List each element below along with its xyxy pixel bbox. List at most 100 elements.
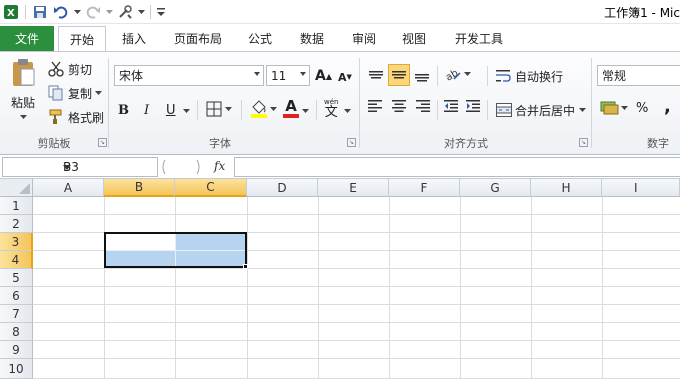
merge-dropdown-icon[interactable] [579, 107, 587, 113]
row-header-1[interactable]: 1 [0, 197, 33, 215]
cut-button[interactable]: 剪切 [48, 59, 92, 79]
clipboard-group-label: 剪贴板 [37, 137, 71, 150]
column-header-d[interactable]: D [247, 179, 318, 197]
tab-formulas[interactable]: 公式 [238, 26, 282, 51]
tools-icon[interactable] [116, 3, 134, 21]
align-center-button[interactable] [392, 100, 406, 112]
font-color-glyph: A [285, 97, 297, 115]
row-header-3[interactable]: 3 [0, 233, 33, 251]
grow-font-button[interactable]: A ▲ [315, 66, 332, 86]
phonetic-button[interactable]: wén 文 [324, 98, 338, 120]
bold-button[interactable]: B [118, 100, 129, 120]
name-box[interactable]: B3 [2, 157, 158, 177]
number-format-combo[interactable]: 常规 [597, 65, 680, 86]
chevron-down-icon [254, 72, 260, 76]
gridline [175, 197, 176, 379]
fill-color-button[interactable] [250, 99, 277, 119]
alignment-launcher-icon[interactable]: ↘ [579, 138, 588, 147]
fill-handle[interactable] [243, 264, 248, 269]
font-color-dropdown-icon[interactable] [302, 109, 309, 114]
tab-home[interactable]: 开始 [58, 26, 106, 51]
copy-dropdown-icon[interactable] [95, 90, 103, 96]
italic-button[interactable]: I [144, 100, 149, 120]
font-name-value: 宋体 [119, 69, 144, 83]
save-icon[interactable] [31, 3, 49, 21]
merge-center-label: 合并后居中 [515, 103, 576, 118]
font-size-combo[interactable]: 11 [266, 65, 310, 86]
phonetic-dropdown-icon[interactable] [344, 109, 351, 114]
worksheet-grid[interactable]: A B C D E F G H I 1 2 3 4 5 6 7 8 9 10 [0, 179, 680, 379]
formula-input[interactable] [234, 157, 680, 177]
active-selection-range[interactable] [104, 232, 247, 268]
align-middle-button[interactable] [388, 64, 410, 86]
font-name-combo[interactable]: 宋体 [114, 65, 264, 86]
paste-dropdown-icon [19, 115, 27, 119]
column-header-c[interactable]: C [175, 179, 247, 197]
currency-icon [600, 101, 619, 115]
customize-qat-icon[interactable] [156, 3, 166, 21]
number-format-value: 常规 [602, 69, 627, 83]
row-header-5[interactable]: 5 [0, 269, 33, 287]
tab-view[interactable]: 视图 [392, 26, 436, 51]
row-header-2[interactable]: 2 [0, 215, 33, 233]
underline-dropdown-icon[interactable] [183, 109, 190, 114]
column-header-b[interactable]: B [104, 179, 175, 197]
copy-button[interactable]: 复制 [48, 83, 103, 103]
formula-bar-splitter[interactable] [161, 159, 201, 175]
font-color-button[interactable]: A [283, 99, 299, 118]
undo-dropdown-icon[interactable] [73, 3, 81, 21]
borders-button[interactable] [206, 101, 232, 117]
align-left-button[interactable] [368, 100, 382, 112]
column-header-a[interactable]: A [33, 179, 104, 197]
gridline [104, 197, 105, 379]
paste-button[interactable]: 粘贴 [6, 58, 40, 128]
redo-icon[interactable] [84, 3, 102, 21]
merge-center-button[interactable]: 合并后居中 [496, 100, 587, 120]
increase-indent-button[interactable] [466, 100, 480, 112]
tab-page-layout[interactable]: 页面布局 [164, 26, 232, 51]
phonetic-icon: 文 [324, 105, 338, 120]
column-header-g[interactable]: G [460, 179, 531, 197]
wrap-text-button[interactable]: 自动换行 [496, 66, 563, 86]
align-bottom-button[interactable] [412, 66, 432, 86]
paste-label: 粘贴 [10, 96, 35, 110]
column-header-f[interactable]: F [389, 179, 460, 197]
redo-dropdown-icon[interactable] [105, 3, 113, 21]
scissors-icon [48, 61, 64, 77]
increase-indent-icon [466, 100, 480, 112]
underline-button[interactable]: U [166, 100, 176, 120]
accounting-format-button[interactable] [600, 99, 628, 117]
shrink-font-button[interactable]: A ▼ [338, 68, 352, 86]
format-painter-button[interactable]: 格式刷 [48, 107, 104, 127]
gridline [33, 286, 680, 287]
tab-review[interactable]: 审阅 [342, 26, 386, 51]
divider [437, 66, 438, 86]
insert-function-button[interactable]: fx [214, 159, 225, 173]
tools-dropdown-icon[interactable] [137, 3, 145, 21]
row-header-8[interactable]: 8 [0, 323, 33, 341]
excel-logo-icon[interactable]: X [2, 3, 20, 21]
row-header-4[interactable]: 4 [0, 251, 33, 269]
row-header-10[interactable]: 10 [0, 359, 33, 379]
tab-developer[interactable]: 开发工具 [446, 26, 512, 51]
tab-insert[interactable]: 插入 [112, 26, 156, 51]
undo-icon[interactable] [52, 3, 70, 21]
row-header-7[interactable]: 7 [0, 305, 33, 323]
ribbon-tabs: 文件 开始 插入 页面布局 公式 数据 审阅 视图 开发工具 [0, 24, 680, 51]
row-header-6[interactable]: 6 [0, 287, 33, 305]
percent-style-button[interactable]: % [636, 101, 648, 116]
tab-file[interactable]: 文件 [0, 26, 54, 51]
decrease-indent-button[interactable] [444, 100, 458, 112]
orientation-button[interactable]: ab [444, 66, 471, 82]
align-right-button[interactable] [416, 100, 430, 112]
row-header-9[interactable]: 9 [0, 341, 33, 359]
clipboard-launcher-icon[interactable]: ↘ [98, 138, 107, 147]
tab-data[interactable]: 数据 [290, 26, 334, 51]
font-launcher-icon[interactable]: ↘ [347, 138, 356, 147]
column-header-i[interactable]: I [602, 179, 680, 197]
column-header-h[interactable]: H [531, 179, 602, 197]
select-all-corner[interactable] [0, 179, 33, 197]
column-header-e[interactable]: E [318, 179, 389, 197]
comma-style-button[interactable]: , [664, 96, 671, 117]
align-top-button[interactable] [366, 66, 386, 86]
